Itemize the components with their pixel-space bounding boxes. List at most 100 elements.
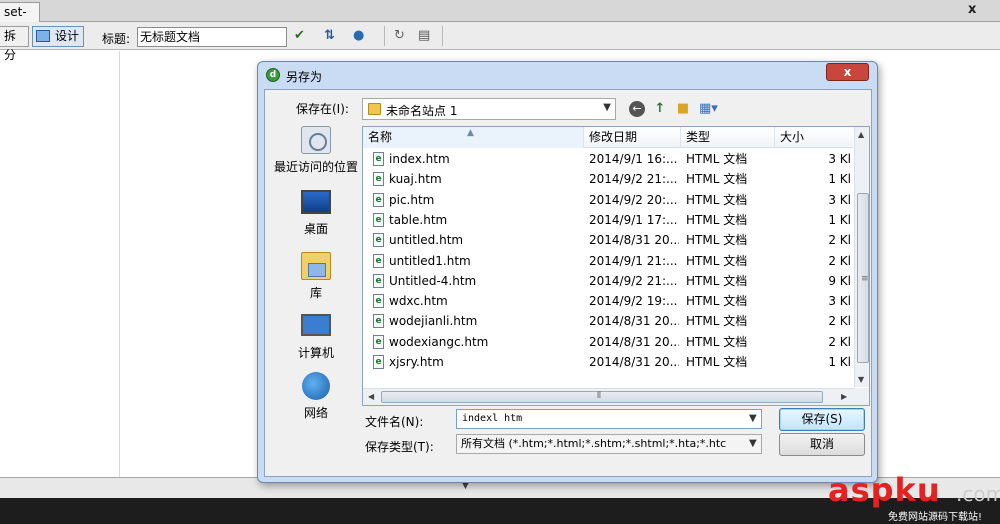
file-size-cell: 2 Kl <box>828 334 851 349</box>
file-type-cell: HTML 文档 <box>686 334 748 349</box>
view-options-icon[interactable]: ▤ <box>418 28 438 44</box>
file-row[interactable]: e untitled1.htm 2014/9/1 21:... HTML 文档 2 Kl <box>363 251 853 271</box>
scroll-right-icon[interactable]: ▶ <box>841 392 847 401</box>
save-type-label: 保存类型(T): <box>365 440 434 454</box>
refresh-icon[interactable]: ↻ <box>394 28 410 44</box>
scroll-down-icon[interactable]: ▼ <box>858 375 864 384</box>
file-date-cell: 2014/9/1 17:... <box>589 212 678 227</box>
cancel-button[interactable]: 取消 <box>779 433 865 456</box>
file-date-cell: 2014/9/2 20:... <box>589 192 678 207</box>
watermark-tagline: 免费网站源码下载站! <box>888 512 983 523</box>
document-tab-bar: set-3* x <box>0 0 1000 37</box>
file-name-cell: wdxc.htm <box>389 294 448 309</box>
horizontal-scroll-thumb[interactable]: ⦀ <box>381 391 823 403</box>
watermark: aspku .com 免费网站源码下载站! <box>828 470 1000 524</box>
save-button[interactable]: 保存(S) <box>779 408 865 431</box>
page-title-label: 标题: <box>102 32 131 46</box>
file-type-cell: HTML 文档 <box>686 294 748 309</box>
up-folder-icon[interactable]: ↑ <box>652 101 668 117</box>
document-tab[interactable]: set-3* <box>0 2 40 37</box>
html-file-icon: e <box>373 172 384 187</box>
file-name-input[interactable]: indexl htm <box>456 409 762 429</box>
place-computer[interactable]: 计算机 <box>271 312 361 370</box>
close-document-icon[interactable]: x <box>968 2 982 18</box>
file-size-cell: 2 Kl <box>828 233 851 248</box>
file-date-cell: 2014/9/2 21:... <box>589 172 678 187</box>
save-in-label: 保存在(I): <box>296 102 349 116</box>
file-row[interactable]: e kuaj.htm 2014/9/2 21:... HTML 文档 1 Kl <box>363 169 853 189</box>
save-type-select[interactable]: 所有文档 (*.htm;*.html;*.shtm;*.shtml;*.hta;… <box>456 434 762 454</box>
file-type-cell: HTML 文档 <box>686 355 748 369</box>
preview-browser-icon[interactable]: ● <box>353 28 377 44</box>
file-size-cell: 1 Kl <box>828 355 851 369</box>
file-row[interactable]: e xjsry.htm 2014/8/31 20... HTML 文档 1 Kl <box>363 352 853 372</box>
file-name-label: 文件名(N): <box>365 415 424 429</box>
place-label: 最近访问的位置 <box>273 160 358 174</box>
chevron-down-icon[interactable]: ▼ <box>603 102 611 113</box>
place-label: 桌面 <box>303 222 328 236</box>
file-name-cell: index.htm <box>389 152 450 166</box>
file-row[interactable]: e untitled.htm 2014/8/31 20... HTML 文档 2 Kl <box>363 230 853 250</box>
library-icon <box>301 252 331 280</box>
file-name-cell: untitled.htm <box>389 233 464 248</box>
place-library[interactable]: 库 <box>271 252 361 310</box>
place-label: 计算机 <box>297 346 334 360</box>
dialog-title: 另存为 <box>286 70 323 84</box>
chevron-down-icon[interactable]: ▼ <box>749 413 757 424</box>
scroll-left-icon[interactable]: ◀ <box>368 392 374 401</box>
dreamweaver-app-icon: d <box>266 68 280 82</box>
column-header-date[interactable]: 修改日期 <box>584 127 681 148</box>
dialog-titlebar[interactable]: d 另存为 x <box>258 62 877 88</box>
dialog-close-button[interactable]: x <box>826 63 869 81</box>
desktop-icon <box>301 190 331 214</box>
file-list-header: 名称 ▲ 修改日期 类型 大小 <box>363 127 853 148</box>
chevron-down-icon[interactable]: ▼ <box>749 438 757 449</box>
workarea-divider <box>119 51 120 477</box>
file-type-cell: HTML 文档 <box>686 152 748 166</box>
file-row[interactable]: e wdxc.htm 2014/9/2 19:... HTML 文档 3 Kl <box>363 291 853 311</box>
html-file-icon: e <box>373 314 384 329</box>
view-menu-icon[interactable]: ▦▾ <box>699 101 725 117</box>
column-header-name[interactable]: 名称 ▲ <box>363 127 584 148</box>
page-title-input[interactable]: 无标题文档 <box>137 27 287 47</box>
file-row[interactable]: e index.htm 2014/9/1 16:... HTML 文档 3 Kl <box>363 149 853 169</box>
scroll-up-icon[interactable]: ▲ <box>858 130 864 139</box>
file-row[interactable]: e wodexiangc.htm 2014/8/31 20... HTML 文档 2 K… <box>363 332 853 352</box>
file-type-cell: HTML 文档 <box>686 273 748 288</box>
column-name-label: 名称 <box>368 130 393 144</box>
back-icon[interactable]: ← <box>629 101 645 117</box>
place-network[interactable]: 网络 <box>271 372 361 430</box>
file-row[interactable]: e pic.htm 2014/9/2 20:... HTML 文档 3 Kl <box>363 190 853 210</box>
file-name-cell: wodexiangc.htm <box>389 334 489 349</box>
column-header-size[interactable]: 大小 <box>775 127 853 148</box>
vertical-scroll-thumb[interactable]: ≡ <box>857 193 869 363</box>
html-file-icon: e <box>373 334 384 349</box>
validate-icon[interactable]: ✔ <box>294 28 318 44</box>
new-folder-icon[interactable]: ■ <box>675 101 691 117</box>
file-row[interactable]: e Untitled-4.htm 2014/9/2 21:... HTML 文档 9 K… <box>363 271 853 291</box>
file-size-cell: 1 Kl <box>828 212 851 227</box>
file-name-cell: table.htm <box>389 212 448 227</box>
horizontal-scrollbar[interactable]: ◀ ⦀ ▶ <box>363 388 854 405</box>
file-management-icon[interactable]: ⇅ <box>324 28 348 44</box>
save-in-dropdown[interactable]: 未命名站点 1 ▼ <box>362 98 616 120</box>
split-view-button[interactable]: 拆分 <box>0 26 29 62</box>
dialog-body: 保存在(I): 未命名站点 1 ▼ ← ↑ ■ ▦▾ 最近访问的位置 桌面 库 <box>264 89 872 477</box>
column-header-type[interactable]: 类型 <box>681 127 775 148</box>
file-row[interactable]: e table.htm 2014/9/1 17:... HTML 文档 1 Kl <box>363 210 853 230</box>
file-size-cell: 3 Kl <box>828 152 851 166</box>
file-date-cell: 2014/8/31 20... <box>589 233 679 248</box>
design-view-button[interactable]: 设计 <box>32 26 84 47</box>
save-as-dialog: d 另存为 x 保存在(I): 未命名站点 1 ▼ ← ↑ ■ ▦▾ 最近访问的… <box>257 61 878 483</box>
file-type-cell: HTML 文档 <box>686 172 748 187</box>
file-row[interactable]: e wodejianli.htm 2014/8/31 20... HTML 文档 2 K… <box>363 311 853 331</box>
html-file-icon: e <box>373 253 384 268</box>
place-label: 网络 <box>303 406 328 420</box>
place-recent[interactable]: 最近访问的位置 <box>271 126 361 184</box>
toolbar-separator <box>384 26 385 46</box>
file-list[interactable]: 名称 ▲ 修改日期 类型 大小 e index.htm 2014/9/1 16:..… <box>362 126 870 406</box>
place-desktop[interactable]: 桌面 <box>271 188 361 246</box>
file-name-cell: Untitled-4.htm <box>389 273 477 288</box>
file-name-cell: kuaj.htm <box>389 172 442 187</box>
vertical-scrollbar[interactable]: ▲ ≡ ▼ <box>854 127 869 387</box>
